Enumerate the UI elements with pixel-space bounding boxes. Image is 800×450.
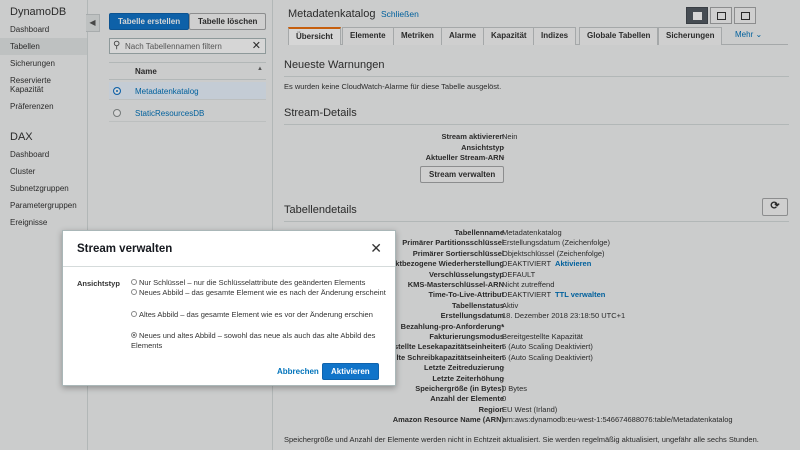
view-type-option[interactable]: Nur Schlüssel – nur die Schlüsselattribu…	[131, 278, 386, 288]
divider	[63, 266, 395, 267]
cancel-button[interactable]: Abbrechen	[277, 367, 319, 376]
option-label: Nur Schlüssel – nur die Schlüsselattribu…	[139, 278, 366, 287]
option-radio[interactable]	[131, 289, 137, 295]
option-label: Neues und altes Abbild – sowohl das neue…	[131, 331, 376, 350]
view-type-option[interactable]: Altes Abbild – das gesamte Element wie e…	[131, 310, 386, 320]
option-label: Neues Abbild – das gesamte Element wie e…	[139, 288, 386, 297]
view-type-option[interactable]: Neues Abbild – das gesamte Element wie e…	[131, 288, 386, 298]
option-radio[interactable]	[131, 279, 137, 285]
option-label: Altes Abbild – das gesamte Element wie e…	[139, 310, 373, 319]
view-type-option[interactable]: Neues und altes Abbild – sowohl das neue…	[131, 331, 386, 350]
close-icon[interactable]: ✕	[370, 240, 382, 257]
option-radio[interactable]	[131, 311, 137, 317]
manage-stream-dialog: Stream verwalten ✕ Ansichtstyp Nur Schlü…	[62, 230, 396, 386]
option-radio[interactable]	[131, 332, 137, 338]
view-type-label: Ansichtstyp	[77, 279, 120, 288]
activate-button[interactable]: Aktivieren	[322, 363, 379, 380]
dialog-title: Stream verwalten	[77, 243, 173, 255]
